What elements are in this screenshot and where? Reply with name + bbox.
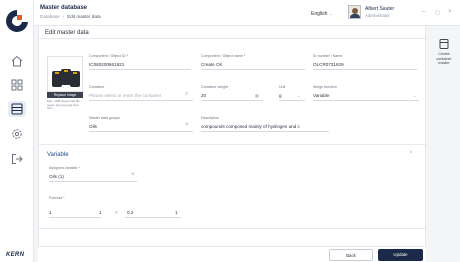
breadcrumb-separator: › (62, 14, 65, 19)
unit-label: Unit (279, 85, 286, 89)
formula-operator: × (115, 210, 118, 215)
minimize-icon[interactable]: – (422, 9, 425, 15)
unit-value: g (279, 93, 282, 98)
container-label: Container (89, 85, 105, 89)
avatar[interactable] (348, 5, 361, 19)
app-logo[interactable] (4, 8, 30, 34)
settings-gear-icon[interactable] (10, 127, 24, 141)
logout-icon[interactable] (10, 152, 24, 166)
database-icon[interactable] (8, 101, 26, 117)
id-number-value: OLCR0731629 (313, 62, 344, 67)
assigned-variable-value: Oils (1) (49, 174, 64, 179)
close-icon[interactable]: × (448, 9, 452, 15)
formula-input-a-secondary[interactable]: 1 (99, 210, 102, 215)
chevron-down-icon: ⌄ (297, 93, 301, 98)
breadcrumb-database[interactable]: Database (40, 14, 60, 19)
breadcrumb: Database › Edit master data (40, 14, 101, 19)
weigh-function-value: Variable (313, 93, 330, 98)
user-role: Administrator (365, 13, 390, 18)
chevron-up-icon[interactable]: ⌃ (409, 151, 413, 157)
home-icon[interactable] (10, 54, 24, 68)
breadcrumb-current: Edit master data (67, 14, 101, 19)
language-label: English (311, 11, 328, 17)
container-icon (439, 39, 449, 49)
divider (39, 144, 427, 145)
container-weight-value: 20 (201, 93, 207, 98)
replace-image-button[interactable]: Replace image (47, 92, 83, 98)
edit-master-data-panel: Edit master data Replace image Max. 1MB … (38, 26, 427, 262)
create-container-master-button[interactable]: Create container master (431, 38, 457, 66)
component-image (47, 56, 83, 92)
description-value: compounds composed mainly of hydrogen an… (201, 124, 300, 129)
formula-input-b[interactable]: 0.2 (127, 210, 133, 215)
component-name-value: Create Oil (201, 62, 222, 67)
top-bar: Master database Database › Edit master dat… (34, 0, 460, 26)
restore-icon[interactable]: ▢ (435, 10, 440, 16)
clear-icon[interactable]: × (131, 172, 135, 178)
search-icon[interactable]: ⌕ (185, 91, 188, 98)
formula-input-a[interactable]: 1 (49, 210, 52, 215)
container-placeholder: Please select or enter the container (89, 93, 162, 98)
clear-icon[interactable]: × (185, 122, 189, 128)
formula-label: Formula * (49, 196, 65, 200)
master-data-groups-label: Master data groups (89, 116, 120, 120)
assigned-variable-label: Assigned variable * (49, 166, 80, 170)
chevron-down-icon: ⌄ (329, 11, 333, 16)
language-select[interactable]: English ⌄ (311, 11, 333, 17)
divider (39, 38, 427, 39)
description-label: Description (201, 116, 219, 120)
variable-section-title[interactable]: Variable (47, 152, 69, 158)
master-data-groups-value: Oils (89, 124, 97, 129)
page-title: Master database (40, 5, 88, 11)
component-id-label: Component / Object ID * (89, 54, 128, 58)
container-weight-label: Container weight (201, 85, 228, 89)
left-nav-rail: KERN (0, 0, 34, 262)
weigh-function-label: Weigh function (313, 85, 337, 89)
component-name-label: Component / Object name * (201, 54, 246, 58)
back-button[interactable]: Back (329, 249, 373, 261)
chevron-down-icon: ⌄ (413, 93, 417, 98)
formula-input-b-secondary[interactable]: 1 (175, 210, 178, 215)
image-hint: Max. 1MB Supported file types: png jpg j… (47, 99, 80, 111)
dashboard-grid-icon[interactable] (10, 78, 24, 92)
keypad-icon[interactable]: ▦ (255, 93, 259, 98)
id-number-label: ID number / Name (313, 54, 343, 58)
create-container-master-label: Create container master (436, 52, 452, 66)
component-id-value: IC060200661921 (89, 62, 125, 67)
section-title: Edit master data (45, 30, 89, 36)
brand-wordmark: KERN (6, 252, 25, 258)
divider (39, 228, 427, 229)
user-name: Albert Sauter (365, 6, 395, 12)
update-button[interactable]: Update (378, 249, 423, 261)
